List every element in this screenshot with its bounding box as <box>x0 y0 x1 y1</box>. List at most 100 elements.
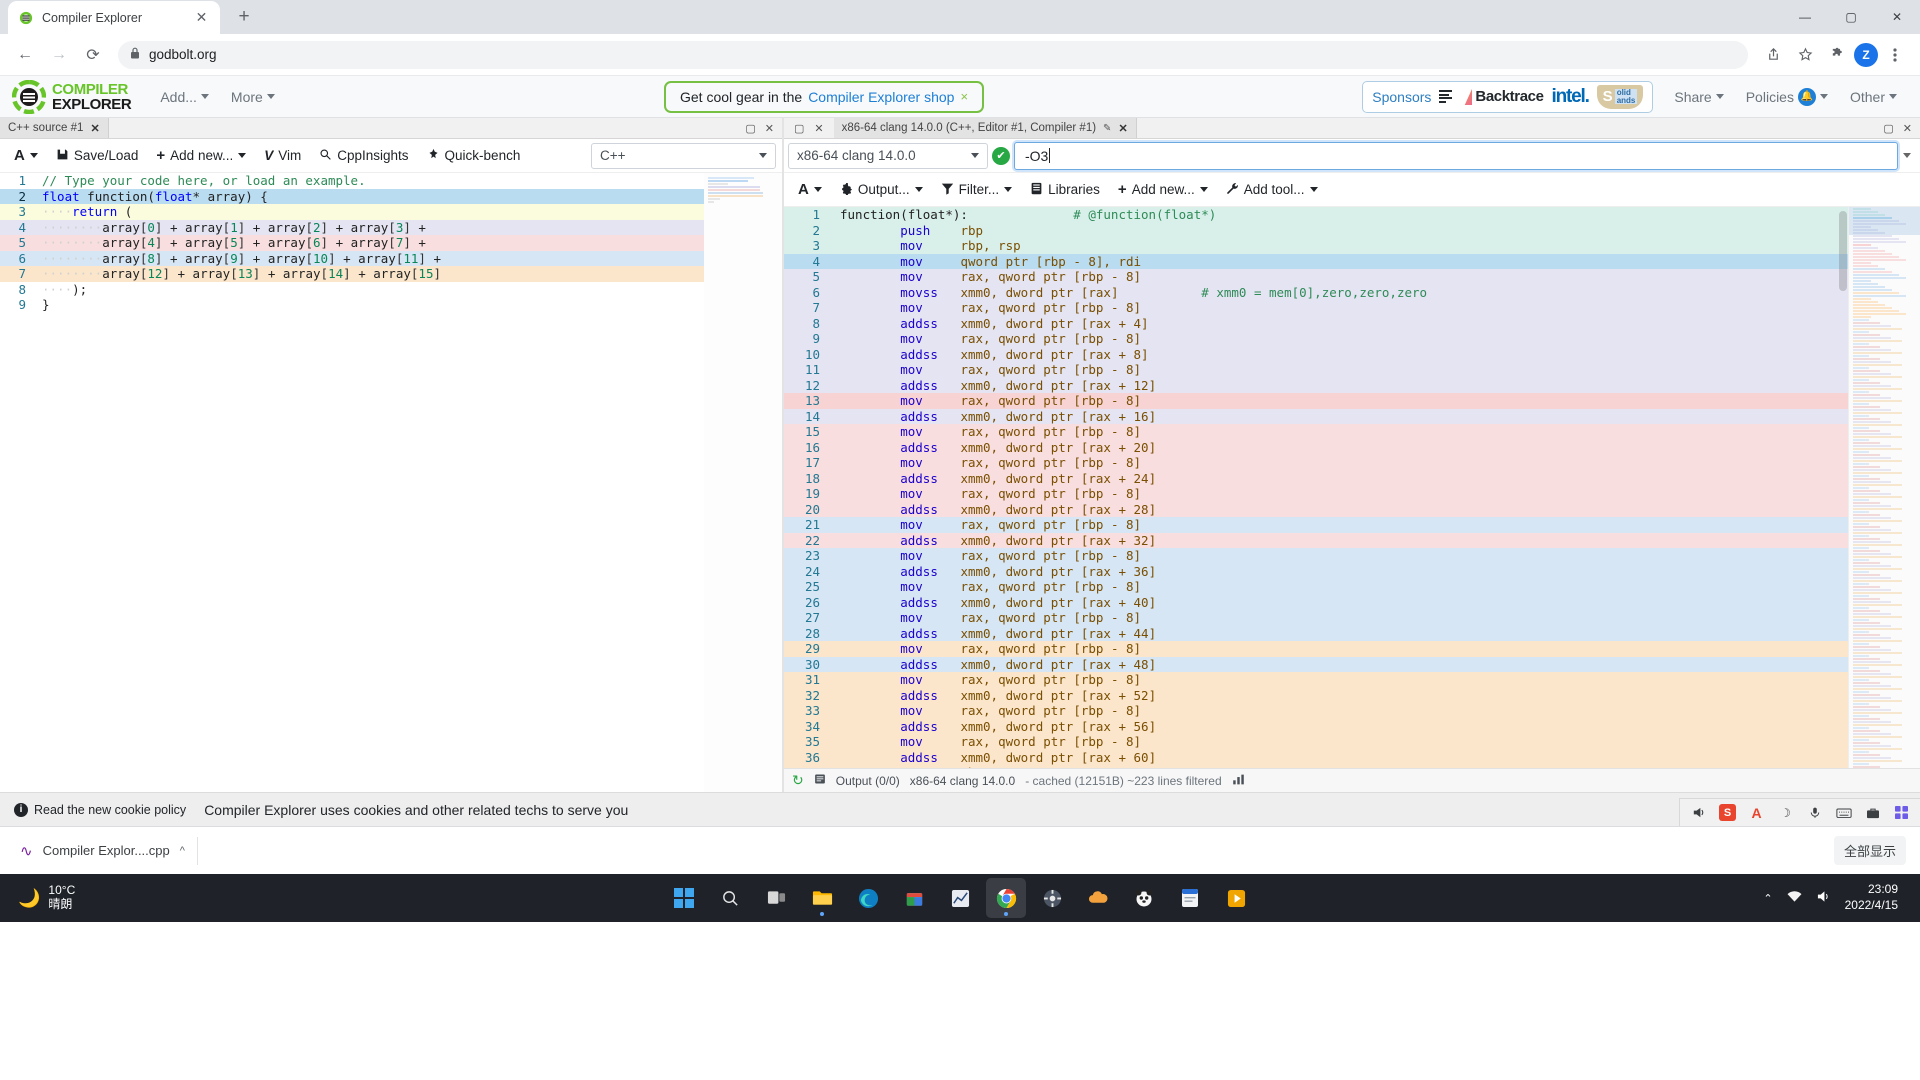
backtrace-logo[interactable]: Backtrace <box>1439 88 1544 105</box>
close-icon[interactable]: ✕ <box>765 122 774 135</box>
letter-a-icon[interactable]: A <box>1748 804 1765 821</box>
start-button[interactable] <box>664 878 704 918</box>
keyboard-icon[interactable] <box>1835 804 1852 821</box>
maximize-icon[interactable]: ▢ <box>745 122 755 135</box>
source-minimap[interactable] <box>704 173 782 792</box>
shop-banner-close-icon[interactable]: × <box>960 89 968 104</box>
assembly-line: 2 push rbp <box>784 222 1920 238</box>
nav-policies-menu[interactable]: Policies 🔔 <box>1735 82 1839 112</box>
source-pane-tab-close-icon[interactable]: ✕ <box>90 122 99 135</box>
window-minimize-button[interactable]: — <box>1782 0 1828 34</box>
compiler-select[interactable]: x86-64 clang 14.0.0 <box>788 142 988 169</box>
speaker-icon[interactable] <box>1690 804 1707 821</box>
compiler-options-input[interactable]: -O3 <box>1014 141 1898 170</box>
task-view-button[interactable] <box>756 878 796 918</box>
options-dropdown-icon[interactable] <box>1898 139 1916 172</box>
charts-app-button[interactable] <box>940 878 980 918</box>
window-maximize-button[interactable]: ▢ <box>1828 0 1874 34</box>
nav-share-menu[interactable]: Share <box>1663 83 1734 111</box>
new-tab-button[interactable]: + <box>230 3 258 31</box>
output-count-label[interactable]: Output (0/0) <box>836 774 900 788</box>
minimap-line <box>1853 253 1892 255</box>
libraries-button[interactable]: Libraries <box>1022 178 1108 202</box>
network-icon[interactable] <box>1787 890 1802 906</box>
mic-icon[interactable] <box>1806 804 1823 821</box>
maximize-icon[interactable]: ▢ <box>1883 122 1893 135</box>
grid-icon[interactable] <box>1893 804 1910 821</box>
minimap-line <box>1853 706 1880 708</box>
quick-bench-button[interactable]: Quick-bench <box>419 144 529 168</box>
puzzle-icon[interactable] <box>1822 40 1852 70</box>
maximize-icon[interactable]: ▢ <box>794 122 804 135</box>
moon-icon[interactable]: ☽ <box>1777 804 1794 821</box>
shop-banner-link[interactable]: Compiler Explorer shop <box>808 89 954 105</box>
compiler-pane-tab-close-icon[interactable]: ✕ <box>1118 122 1127 135</box>
kebab-menu-icon[interactable] <box>1880 40 1910 70</box>
bar-chart-icon[interactable] <box>1232 773 1245 789</box>
language-select[interactable]: C++ <box>591 142 776 169</box>
back-icon[interactable]: ← <box>10 40 40 70</box>
vim-button[interactable]: V Vim <box>256 144 309 167</box>
nav-other-menu[interactable]: Other <box>1839 83 1908 111</box>
chevron-up-icon[interactable]: ⌃ <box>1763 892 1772 905</box>
note-app-button[interactable] <box>1170 878 1210 918</box>
cppinsights-button[interactable]: CppInsights <box>311 144 416 168</box>
font-size-button[interactable]: A <box>6 143 46 168</box>
download-item[interactable]: ∿ Compiler Explor....cpp ^ <box>14 836 198 865</box>
add-tool-button[interactable]: Add tool... <box>1218 178 1326 202</box>
window-close-button[interactable]: ✕ <box>1874 0 1920 34</box>
filter-button[interactable]: Filter... <box>933 178 1021 202</box>
nav-more-menu[interactable]: More <box>220 83 286 111</box>
assembly-scrollbar[interactable] <box>1838 207 1848 768</box>
shop-banner[interactable]: Get cool gear in the Compiler Explorer s… <box>664 80 985 113</box>
asm-font-size-button[interactable]: A <box>790 177 830 202</box>
microsoft-store-button[interactable] <box>894 878 934 918</box>
toolbox-icon[interactable] <box>1864 804 1881 821</box>
search-button[interactable] <box>710 878 750 918</box>
assembly-minimap[interactable] <box>1848 207 1920 768</box>
intel-logo[interactable]: intel. <box>1552 86 1590 108</box>
address-bar[interactable]: godbolt.org <box>118 40 1748 69</box>
assembly-output-area[interactable]: 1 function(float*): # @function(float*) 2 … <box>784 207 1920 768</box>
close-icon[interactable]: ✕ <box>1903 122 1912 135</box>
google-chrome-button[interactable] <box>986 878 1026 918</box>
chevron-up-icon[interactable]: ^ <box>180 845 185 857</box>
compiler-explorer-logo[interactable]: COMPILER EXPLORER <box>12 79 132 114</box>
cloud-app-button[interactable] <box>1078 878 1118 918</box>
share-icon[interactable] <box>1758 40 1788 70</box>
taskbar-clock[interactable]: 23:09 2022/4/15 <box>1845 882 1898 913</box>
add-new-button[interactable]: + Add new... <box>148 143 254 168</box>
close-icon[interactable]: ✕ <box>814 122 823 135</box>
settings-app-button[interactable] <box>1032 878 1072 918</box>
file-explorer-button[interactable] <box>802 878 842 918</box>
output-button[interactable]: Output... <box>832 178 931 202</box>
browser-tab[interactable]: Compiler Explorer ✕ <box>8 1 220 34</box>
taskview-icon <box>767 891 785 904</box>
cookie-policy-link[interactable]: i Read the new cookie policy <box>14 802 186 817</box>
star-icon[interactable] <box>1790 40 1820 70</box>
reload-icon[interactable]: ⟳ <box>78 40 108 70</box>
asm-add-new-button[interactable]: + Add new... <box>1110 177 1216 202</box>
tab-close-icon[interactable]: ✕ <box>193 9 210 26</box>
minimap-slider[interactable] <box>1849 207 1920 235</box>
libraries-icon <box>1030 182 1043 198</box>
reload-icon[interactable]: ↻ <box>792 772 804 789</box>
volume-icon[interactable] <box>1816 890 1831 906</box>
panda-app-button[interactable] <box>1124 878 1164 918</box>
save-load-button[interactable]: Save/Load <box>48 144 147 168</box>
forward-icon[interactable]: → <box>44 40 74 70</box>
microsoft-edge-button[interactable] <box>848 878 888 918</box>
weather-widget[interactable]: 🌙 10°C 晴朗 <box>8 883 75 912</box>
edit-icon[interactable]: ✎ <box>1103 123 1111 134</box>
source-editor-pane: C++ source #1 ✕ ▢ ✕ A Save/Load + Add ne… <box>0 118 784 792</box>
solidsands-logo[interactable]: S olid ands <box>1596 84 1644 109</box>
source-code-area[interactable]: 1 // Type your code here, or load an exam… <box>0 173 782 792</box>
compiler-pane-tab[interactable]: x86-64 clang 14.0.0 (C++, Editor #1, Com… <box>833 118 1137 138</box>
minimap-line <box>1853 337 1891 339</box>
source-pane-tab[interactable]: C++ source #1 ✕ <box>0 118 109 138</box>
media-player-button[interactable] <box>1216 878 1256 918</box>
show-all-downloads-button[interactable]: 全部显示 <box>1833 836 1906 865</box>
sogou-s-icon[interactable]: S <box>1719 804 1736 821</box>
nav-add-menu[interactable]: Add... <box>149 83 220 111</box>
avatar[interactable]: Z <box>1854 42 1878 67</box>
